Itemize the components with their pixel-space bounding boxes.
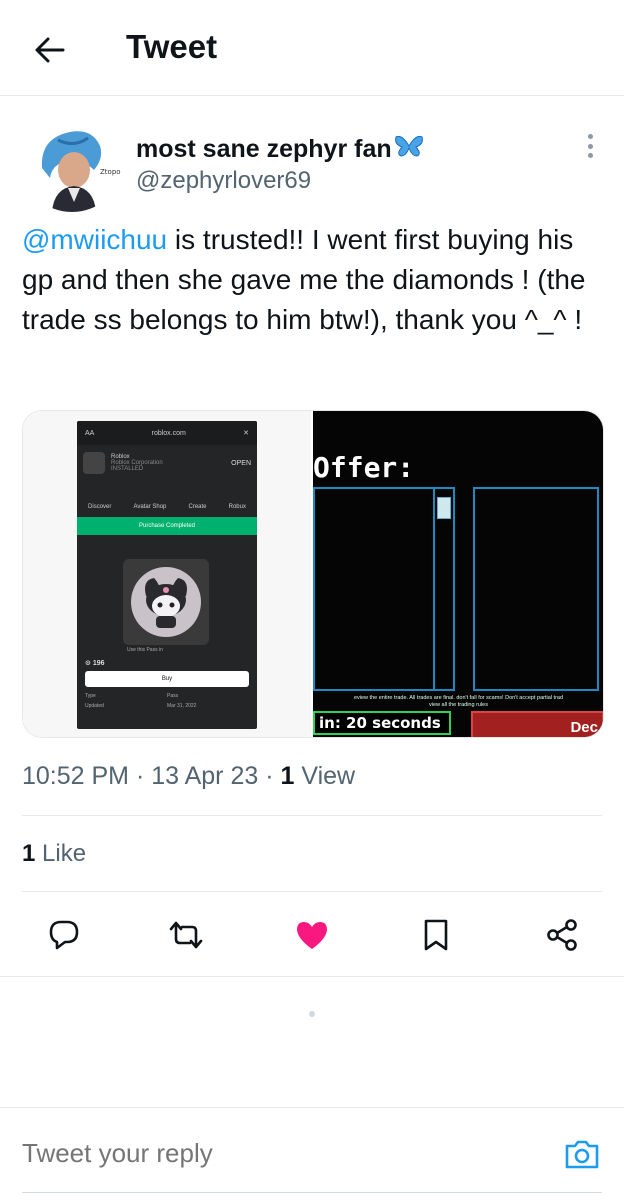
- tweet-meta: 10:52 PM · 13 Apr 23 · 1 View: [22, 762, 356, 790]
- loading-indicator: [309, 1011, 315, 1017]
- buy-button: Buy: [85, 671, 249, 687]
- svg-text:Ztopo: Ztopo: [100, 168, 121, 176]
- reply-icon[interactable]: [42, 910, 86, 960]
- reply-input[interactable]: [22, 1138, 502, 1169]
- app-icon: [83, 452, 105, 474]
- tweet-text: @mwiichuu is trusted!! I went first buyi…: [22, 220, 602, 340]
- browser-url: roblox.com: [151, 429, 186, 437]
- butterfly-icon: [394, 134, 424, 165]
- mention-link[interactable]: @mwiichuu: [22, 224, 167, 255]
- offer-title: Offer:: [313, 451, 415, 484]
- author-display-name[interactable]: most sane zephyr fan: [136, 134, 424, 165]
- heart-icon[interactable]: [290, 910, 334, 960]
- share-icon[interactable]: [540, 910, 584, 960]
- media-grid: AA roblox.com ✕ Roblox Roblox Corporatio…: [22, 410, 604, 738]
- purchase-banner: Purchase Completed: [77, 517, 257, 535]
- reply-bar: [0, 1107, 624, 1200]
- use-pass-text: Use this Pass in: [127, 647, 163, 653]
- phone-screenshot: AA roblox.com ✕ Roblox Roblox Corporatio…: [77, 421, 257, 729]
- avatar[interactable]: Ztopo: [22, 118, 122, 212]
- divider: [0, 976, 624, 977]
- tweet-time: 10:52 PM: [22, 762, 130, 790]
- action-bar: [0, 910, 624, 960]
- display-name-text: most sane zephyr fan: [136, 135, 392, 163]
- media-image-trade-offer[interactable]: Offer: eview the entire trade. All trade…: [313, 411, 603, 737]
- kuromi-image: [123, 559, 209, 645]
- views-label: View: [301, 762, 356, 790]
- trade-warning: eview the entire trade. All trades are f…: [353, 695, 564, 708]
- media-image-roblox-purchase[interactable]: AA roblox.com ✕ Roblox Roblox Corporatio…: [23, 411, 313, 737]
- retweet-icon[interactable]: [164, 910, 208, 960]
- likes-stat[interactable]: 1 Like: [22, 840, 86, 868]
- trade-timer: in: 20 seconds: [313, 711, 451, 735]
- close-icon: ✕: [243, 430, 249, 437]
- tweet-date: 13 Apr 23: [151, 762, 259, 790]
- app-status: INSTALLED: [111, 466, 144, 472]
- divider: [22, 891, 602, 892]
- bookmark-icon[interactable]: [414, 910, 458, 960]
- page-title: Tweet: [126, 28, 218, 65]
- robux-price: ⊙ 196: [85, 660, 105, 667]
- item-icon: [437, 497, 451, 519]
- divider: [22, 815, 602, 816]
- top-bar: Tweet: [0, 0, 624, 96]
- offer-box-right: [473, 487, 599, 691]
- reply-underline: [22, 1192, 602, 1193]
- likes-label: Like: [42, 840, 87, 867]
- back-arrow-icon[interactable]: [30, 30, 70, 70]
- likes-count: 1: [22, 840, 36, 867]
- decline-button: Dec: [471, 711, 603, 737]
- roblox-nav: Discover Avatar Shop Create Robux: [88, 504, 246, 510]
- more-options-icon[interactable]: [580, 130, 600, 162]
- views-count[interactable]: 1: [280, 762, 294, 790]
- open-label: OPEN: [231, 459, 251, 467]
- author-handle[interactable]: @zephyrlover69: [136, 167, 311, 195]
- camera-icon[interactable]: [562, 1134, 602, 1174]
